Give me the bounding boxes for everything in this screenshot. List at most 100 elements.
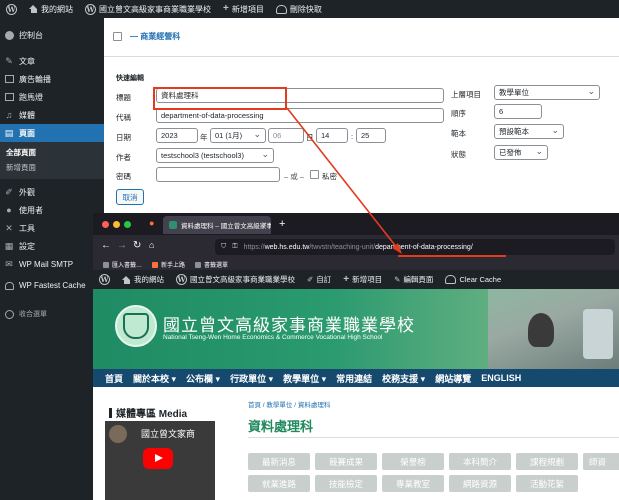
order-input[interactable]: 6 (494, 104, 542, 119)
day-unit: 日 (306, 133, 314, 142)
clear-cache-button[interactable]: Clear Cache (439, 275, 507, 284)
close-tab-icon[interactable]: ✕ (261, 221, 267, 229)
video-embed[interactable]: 國立曾文家商 (105, 421, 215, 500)
tab-curriculum[interactable]: 課程規劃 (516, 453, 578, 470)
plus-icon: + (223, 3, 229, 14)
password-label: 密碼 (116, 172, 131, 181)
lock-icon: ⚿ (232, 243, 238, 250)
school-logo[interactable] (115, 305, 157, 347)
sidebar-item-pages[interactable]: ▤ 頁面 (0, 124, 104, 142)
nav-teaching-units[interactable]: 教學單位 ▾ (283, 372, 326, 385)
site-name-link[interactable]: 我的網站 (23, 0, 79, 18)
browser-window: ● 資料處理科 – 國立曾文高級家事商 ✕ + ← → ↻ ⌂ ⛉ ⚿ http… (93, 213, 619, 500)
submenu-add-page[interactable]: 新增頁面 (0, 160, 104, 175)
new-tab-button[interactable]: + (279, 218, 285, 230)
day-input[interactable]: 06 (268, 128, 304, 143)
channel-avatar (109, 425, 127, 443)
nav-english[interactable]: ENGLISH (481, 373, 521, 383)
new-item-button[interactable]: + 新增項目 (217, 0, 270, 18)
nav-bulletin[interactable]: 公布欄 ▾ (186, 372, 220, 385)
clear-cache-button[interactable]: 刪除快取 (270, 0, 328, 18)
quick-edit-heading: 快速編輯 (116, 75, 144, 82)
wp-logo-button[interactable]: W (0, 0, 23, 18)
video-title: 國立曾文家商 (141, 429, 196, 439)
tab-classrooms[interactable]: 專業教室 (382, 475, 444, 492)
media-icon: ♫ (5, 110, 13, 120)
site-name-link[interactable]: 我的網站 (116, 274, 170, 285)
row-checkbox[interactable] (113, 32, 122, 41)
submenu-all-pages[interactable]: 全部頁面 (0, 145, 104, 160)
nav-home[interactable]: 首頁 (105, 372, 123, 385)
youtube-play-icon[interactable] (143, 448, 173, 469)
parent-select[interactable]: 教學單位 (494, 85, 600, 100)
slug-input[interactable]: department-of-data-processing (156, 108, 444, 123)
tab-skill-certification[interactable]: 技能檢定 (315, 475, 377, 492)
nav-about[interactable]: 關於本校 ▾ (133, 372, 176, 385)
house-icon (29, 5, 38, 13)
shield-icon: ⛉ (221, 243, 227, 250)
quick-edit-panel: — 商業經營科 快速編輯 標題 資料處理科 代稱 department-of-d… (104, 18, 619, 218)
nav-administration[interactable]: 行政單位 ▾ (230, 372, 273, 385)
row-title-link[interactable]: — 商業經營科 (130, 31, 180, 42)
nav-support[interactable]: 校務支援 ▾ (382, 372, 425, 385)
tab-faculty[interactable]: 師資 (583, 453, 619, 470)
sidebar-item-wp-mail-smtp[interactable]: ✉ WP Mail SMTP (0, 255, 104, 273)
brush-icon: ✐ (5, 186, 13, 197)
tab-honor-roll[interactable]: 榮譽榜 (382, 453, 444, 470)
sidebar-item-posts[interactable]: ✎ 文章 (0, 52, 104, 70)
sidebar-item-tools[interactable]: ✕ 工具 (0, 219, 104, 237)
close-window-button[interactable] (102, 221, 109, 228)
bookmark-menu[interactable]: 書籤選單 (195, 260, 228, 269)
reload-icon[interactable]: ↻ (133, 240, 141, 251)
sidebar-item-wp-fastest-cache[interactable]: WP Fastest Cache (0, 279, 104, 305)
sidebar-item-users[interactable]: ● 使用者 (0, 201, 104, 219)
bookmark-import[interactable]: 匯入書籤… (103, 260, 142, 269)
sidebar-item-appearance[interactable]: ✐ 外觀 (0, 183, 104, 201)
sidebar-item-marquee[interactable]: 跑馬燈 (0, 88, 104, 106)
sidebar-item-media[interactable]: ♫ 媒體 (0, 106, 104, 124)
wp-logo-button[interactable]: W (93, 274, 116, 285)
school-name-link[interactable]: W 國立曾文高級家事商業職業學校 (170, 274, 301, 285)
maximize-window-button[interactable] (124, 221, 131, 228)
sidebar-item-dashboard[interactable]: 控制台 (0, 26, 104, 44)
date-label: 日期 (116, 133, 131, 142)
nav-links[interactable]: 常用連結 (336, 372, 372, 385)
sidebar-item-slides[interactable]: 廣告輪播 (0, 70, 104, 88)
status-select[interactable]: 已發佈 (494, 145, 548, 160)
customize-link[interactable]: ✐ 自訂 (301, 274, 337, 285)
hour-input[interactable]: 14 (316, 128, 348, 143)
minimize-window-button[interactable] (113, 221, 120, 228)
slides-icon (4, 74, 14, 84)
edit-page-link[interactable]: ✎ 編輯頁面 (388, 274, 439, 285)
sidebar-collapse-menu[interactable]: 收合選單 (0, 305, 104, 323)
tab-latest-news[interactable]: 最新消息 (248, 453, 310, 470)
parent-label: 上層項目 (451, 90, 481, 99)
sidebar-item-settings[interactable]: ▦ 設定 (0, 237, 104, 255)
author-select[interactable]: testschool3 (testschool3) (156, 148, 274, 163)
template-select[interactable]: 預設範本 (494, 124, 564, 139)
new-item-button[interactable]: + 新增項目 (337, 274, 388, 285)
cancel-button[interactable]: 取消 (116, 189, 144, 205)
home-icon[interactable]: ⌂ (149, 240, 154, 250)
bookmark-getting-started[interactable]: 新手上路 (152, 260, 185, 269)
back-icon[interactable]: ← (101, 240, 111, 251)
tab-activity-highlights[interactable]: 活動花絮 (516, 475, 578, 492)
collapse-icon (4, 309, 14, 319)
tab-web-resources[interactable]: 網路資源 (449, 475, 511, 492)
tab-active[interactable]: 資料處理科 – 國立曾文高級家事商 ✕ (163, 216, 271, 234)
forward-icon[interactable]: → (117, 240, 127, 251)
tab-competition-results[interactable]: 競賽成果 (315, 453, 377, 470)
school-name-link[interactable]: W 國立曾文高級家事商業職業學校 (79, 0, 217, 18)
divider (248, 437, 619, 438)
nav-sitemap[interactable]: 網站導覽 (435, 372, 471, 385)
breadcrumb[interactable]: 首頁 / 教學單位 / 資料處理科 (248, 399, 330, 409)
password-input[interactable] (156, 167, 280, 182)
year-input[interactable]: 2023 (156, 128, 198, 143)
minute-input[interactable]: 25 (356, 128, 386, 143)
cheetah-icon (4, 281, 14, 291)
tab-career-paths[interactable]: 就業進路 (248, 475, 310, 492)
tab-dept-intro[interactable]: 本科簡介 (449, 453, 511, 470)
address-bar[interactable]: ⛉ ⚿ https://web.hs.edu.tw/twvstn/teachin… (215, 239, 615, 255)
private-checkbox[interactable] (310, 170, 319, 179)
month-select[interactable]: 01 (1月) (210, 128, 266, 143)
